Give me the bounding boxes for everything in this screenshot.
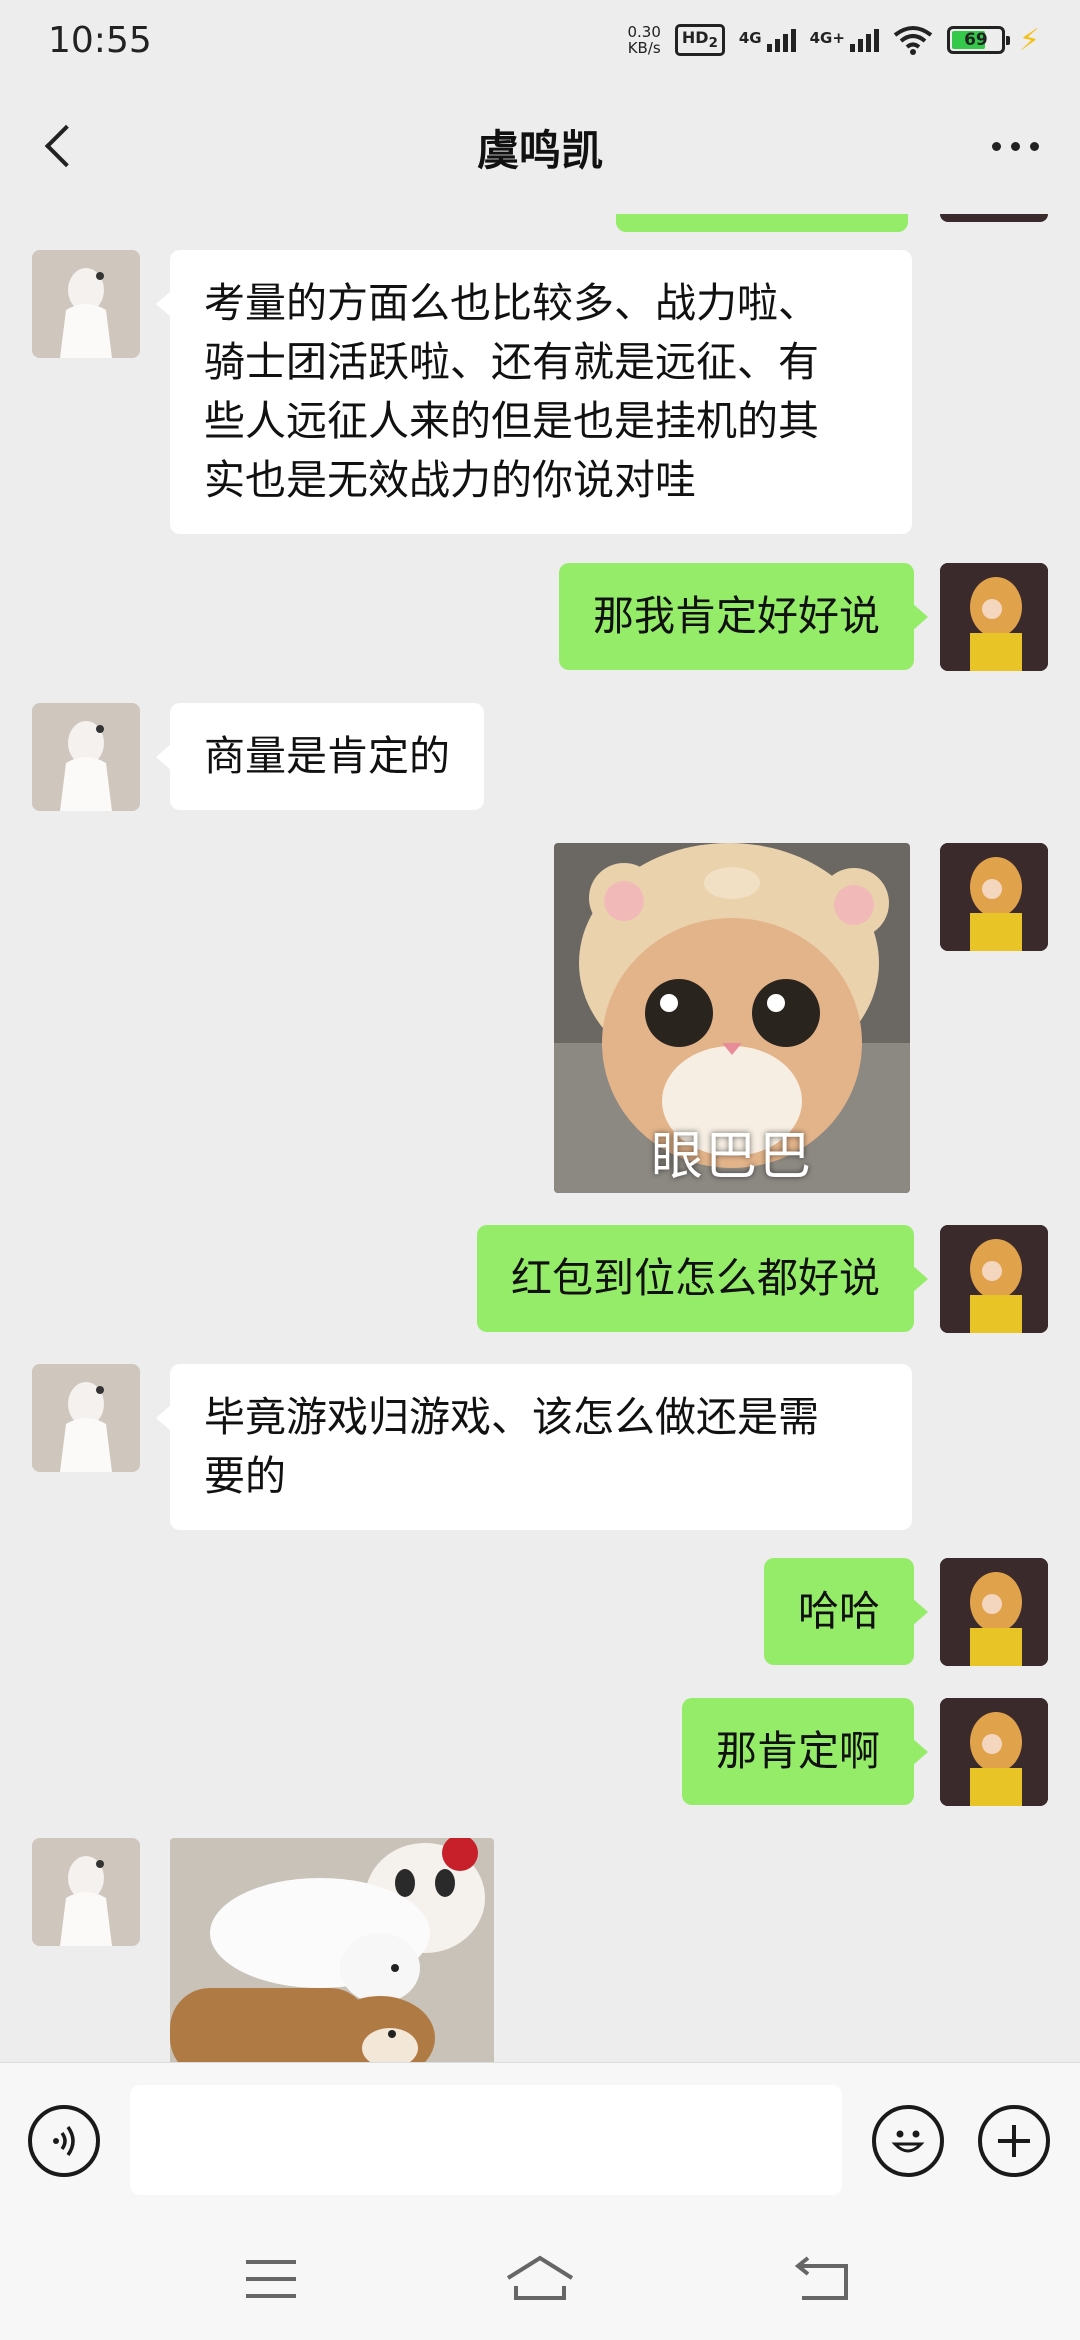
avatar-me[interactable] <box>940 1698 1048 1806</box>
message-bubble-outgoing[interactable]: 那肯定啊 <box>682 1698 928 1805</box>
signal-label-sim2: 4G+ <box>809 28 845 47</box>
message-list[interactable]: 考量的方面么也比较多、战力啦、 骑士团活跃啦、还有就是远征、有 些人远征人来的但… <box>0 214 1080 2062</box>
sticker-cat[interactable]: 眼巴巴 <box>554 843 910 1193</box>
system-back-button[interactable] <box>770 2248 870 2312</box>
phone-screen: 10:55 0.30 KB/s HD2 4G 4G+ 69 ⚡ 虞鸣凯 考量的方… <box>0 0 1080 2340</box>
charging-icon: ⚡ <box>1018 22 1040 58</box>
menu-icon <box>246 2260 296 2298</box>
network-speed-value: 0.30 <box>627 23 661 41</box>
previous-message-bubble[interactable] <box>616 214 908 232</box>
avatar-friend[interactable] <box>32 703 140 811</box>
avatar-friend[interactable] <box>32 250 140 358</box>
signal-icon-sim1: 4G <box>738 28 796 52</box>
message-bubble-incoming[interactable]: 商量是肯定的 <box>156 703 484 810</box>
avatar-me[interactable] <box>940 843 1048 951</box>
chat-header: 虞鸣凯 <box>0 80 1080 214</box>
signal-label-sim1: 4G <box>738 28 762 47</box>
voice-icon <box>53 2125 75 2157</box>
more-button[interactable] <box>980 116 1050 176</box>
status-time: 10:55 <box>48 19 152 61</box>
plus-icon <box>998 2125 1030 2157</box>
avatar-me[interactable] <box>940 1225 1048 1333</box>
message-bubble-outgoing[interactable]: 红包到位怎么都好说 <box>477 1225 928 1332</box>
dog-photo-image <box>170 1838 494 2062</box>
battery-icon: 69 <box>946 26 1010 54</box>
more-dots-icon <box>991 141 1001 151</box>
status-icons: 0.30 KB/s HD2 4G 4G+ 69 ⚡ <box>627 23 1040 58</box>
chat-title: 虞鸣凯 <box>476 125 603 175</box>
avatar-me[interactable] <box>940 214 1048 222</box>
emoji-icon <box>891 2130 925 2153</box>
hd-icon: HD2 <box>674 24 725 56</box>
message-bubble-incoming[interactable]: 考量的方面么也比较多、战力啦、 骑士团活跃啦、还有就是远征、有 些人远征人来的但… <box>156 250 912 534</box>
network-speed-unit: KB/s <box>627 39 661 57</box>
chevron-left-icon <box>44 124 88 168</box>
hd-label: HD <box>681 28 709 48</box>
network-speed: 0.30 KB/s <box>627 24 660 56</box>
voice-button[interactable] <box>28 2105 100 2177</box>
input-bar <box>0 2062 1080 2218</box>
message-bubble-incoming[interactable]: 毕竟游戏归游戏、该怎么做还是需 要的 <box>156 1364 912 1530</box>
image-message-dog[interactable] <box>170 1838 494 2062</box>
battery-level: 69 <box>964 30 988 50</box>
plus-button[interactable] <box>978 2105 1050 2177</box>
sticker-caption: 眼巴巴 <box>650 1127 813 1187</box>
status-bar: 10:55 0.30 KB/s HD2 4G 4G+ 69 ⚡ <box>0 0 1080 80</box>
back-button[interactable] <box>30 116 90 176</box>
menu-button[interactable] <box>220 2248 320 2312</box>
message-bubble-outgoing[interactable]: 那我肯定好好说 <box>559 563 928 670</box>
wifi-icon <box>893 26 933 55</box>
hd-sub: 2 <box>708 36 718 52</box>
avatar-friend[interactable] <box>32 1364 140 1472</box>
home-icon <box>506 2255 574 2300</box>
avatar-me[interactable] <box>940 563 1048 671</box>
message-input[interactable] <box>130 2085 842 2195</box>
home-button[interactable] <box>490 2248 590 2312</box>
system-navigation-bar <box>0 2218 1080 2340</box>
avatar-me[interactable] <box>940 1558 1048 1666</box>
message-bubble-outgoing[interactable]: 哈哈 <box>764 1558 928 1665</box>
signal-icon-sim2: 4G+ <box>809 28 879 52</box>
back-icon <box>794 2256 848 2300</box>
avatar-friend[interactable] <box>32 1838 140 1946</box>
emoji-button[interactable] <box>872 2105 944 2177</box>
